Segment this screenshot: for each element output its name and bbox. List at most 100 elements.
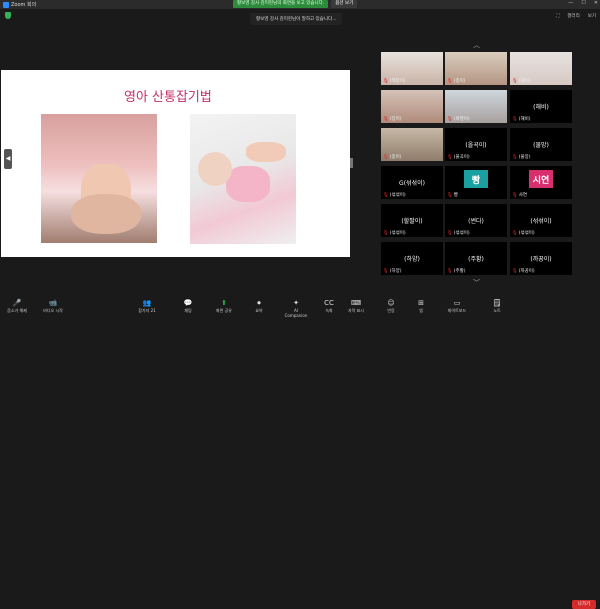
participant-tile[interactable]: 🎙(장미) <box>381 90 443 123</box>
muted-mic-icon: 🎙 <box>447 79 453 84</box>
participant-tile[interactable]: (올곡이) 🎙(붉곡이) <box>445 128 507 161</box>
participant-tile[interactable]: (썬다) 🎙(섞섞이) <box>445 204 507 237</box>
participant-name-label: 🎙(장미) <box>383 117 402 122</box>
participants-icon: 👥 <box>142 299 152 307</box>
ai-label: AI Companion <box>284 308 308 318</box>
participant-tile[interactable]: G(섞섞이) 🎙(섞섞이) <box>381 166 443 199</box>
captions2-label: 자막 표시 <box>348 308 364 313</box>
participant-avatar: 빵 <box>464 170 488 188</box>
participant-name-label: 🎙(섞섞이) <box>383 193 406 198</box>
minimize-button[interactable]: — <box>568 0 573 6</box>
photo-baby-massage <box>190 114 296 244</box>
muted-mic-icon: 🎙 <box>447 155 453 160</box>
captions2-button[interactable]: ⌨ 자막 표시 <box>343 299 369 314</box>
mute-label: 음소거 해제 <box>7 308 27 313</box>
whiteboard-label: 화이트보드 <box>447 308 467 313</box>
record-button[interactable]: ⏺ 요약 <box>246 299 272 314</box>
participant-tile[interactable]: (해비) 🎙(해비) <box>510 90 572 123</box>
mute-icon: 🎤 <box>12 299 22 307</box>
participant-name-label: 🎙(종이) <box>383 155 402 160</box>
gallery-view-button[interactable]: 갤러리 <box>567 13 579 19</box>
video-icon: 📹 <box>48 299 58 307</box>
participant-tile[interactable]: 시연 🎙사연 <box>510 166 572 199</box>
ai-icon: ✦ <box>293 299 299 307</box>
participant-name-label: 🎙(물망) <box>512 155 531 160</box>
reactions-button[interactable]: ☺ 반응 <box>378 299 404 314</box>
muted-mic-icon: 🎙 <box>383 193 389 198</box>
participant-tile[interactable]: (할팔이) 🎙(섞섞이) <box>381 204 443 237</box>
speaking-toast: 황보영 강사 김미현님이 말하고 있습니다... <box>250 13 343 25</box>
collapse-panel-arrow-icon[interactable]: ◀ <box>4 149 12 169</box>
caption-label: 녹화 <box>325 308 333 313</box>
participant-tile[interactable]: 빵 🎙빵 <box>445 166 507 199</box>
muted-mic-icon: 🎙 <box>512 155 518 160</box>
video-label: 비디오 시작 <box>43 308 63 313</box>
video-button[interactable]: 📹 비디오 시작 <box>40 299 66 314</box>
view-button[interactable]: 보기 <box>588 13 596 19</box>
shared-slide: 영아 산통잡기법 <box>1 70 350 257</box>
meeting-toolbar: 🎤 음소거 해제 📹 비디오 시작 👥 참가자 21 💬 채팅 ⬆ 화면 공유 ⏺ 요약 ✦ AI Com… <box>0 296 600 609</box>
participant-tile[interactable]: (섞섞이) 🎙(섞섞이) <box>510 204 572 237</box>
share-icon: ⬆ <box>221 299 227 307</box>
participant-tile[interactable]: (까꿍이) 🎙(까꿍이) <box>510 242 572 275</box>
participants-label: 참가자 21 <box>138 308 156 313</box>
maximize-button[interactable]: ☐ <box>581 0 585 6</box>
participant-tile[interactable]: (물망) 🎙(물망) <box>510 128 572 161</box>
apps-label: 앱 <box>419 308 423 313</box>
chat-icon: 💬 <box>183 299 193 307</box>
chat-button[interactable]: 💬 채팅 <box>175 299 201 314</box>
window-title: Zoom 회의 <box>11 2 37 8</box>
whiteboard-icon: ▭ <box>453 299 461 307</box>
muted-mic-icon: 🎙 <box>447 269 453 274</box>
participant-tile[interactable]: (하양) 🎙(하양) <box>381 242 443 275</box>
muted-mic-icon: 🎙 <box>512 79 518 84</box>
apps-icon: ⊞ <box>418 299 424 307</box>
top-right-controls: ⛶ 갤러리 보기 <box>556 13 596 19</box>
participant-name-label: 🎙(종이) <box>447 79 466 84</box>
participant-avatar: 시연 <box>529 170 553 188</box>
scroll-up-chevron-icon[interactable]: ︿ <box>473 40 480 50</box>
caption-icon: CC <box>324 299 334 307</box>
participant-name-label: 🎙(까꿍이) <box>512 269 535 274</box>
slide-title: 영아 산통잡기법 <box>124 90 212 105</box>
participant-name-label: 🎙(책봉이) <box>383 79 406 84</box>
participant-tile[interactable]: 🎙(복병이) <box>445 90 507 123</box>
captions2-icon: ⌨ <box>350 299 362 307</box>
participant-name-label: 🎙(해비) <box>512 79 531 84</box>
notes-button[interactable]: 🗒 노트 <box>484 299 510 314</box>
close-button[interactable]: ✕ <box>594 0 598 6</box>
screen-share-banner: 황보영 강사 김미현님의 화면을 보고 있습니다. 옵션 보기 <box>233 0 358 8</box>
security-shield-icon[interactable] <box>5 12 11 19</box>
share-status-message: 황보영 강사 김미현님의 화면을 보고 있습니다. <box>233 0 329 8</box>
mute-button[interactable]: 🎤 음소거 해제 <box>4 299 30 314</box>
participant-name-label: 🎙(하양) <box>383 269 402 274</box>
participants-button[interactable]: 👥 참가자 21 <box>134 299 160 314</box>
notes-label: 노트 <box>493 308 501 313</box>
participant-tile[interactable]: 🎙(책봉이) <box>381 52 443 85</box>
muted-mic-icon: 🎙 <box>383 231 389 236</box>
participant-tile[interactable]: 🎙(종이) <box>445 52 507 85</box>
participant-tile[interactable]: 🎙(해비) <box>510 52 572 85</box>
participant-name-label: 🎙(섞섞이) <box>447 231 470 236</box>
leave-button[interactable]: 나가기 <box>572 600 596 609</box>
fullscreen-icon[interactable]: ⛶ <box>556 13 559 19</box>
record-label: 요약 <box>255 308 263 313</box>
participant-name-label: 🎙(붉곡이) <box>447 155 470 160</box>
apps-button[interactable]: ⊞ 앱 <box>408 299 434 314</box>
scroll-down-chevron-icon[interactable]: ﹀ <box>473 278 480 288</box>
caption-button[interactable]: CC 녹화 <box>316 299 342 314</box>
muted-mic-icon: 🎙 <box>383 269 389 274</box>
muted-mic-icon: 🎙 <box>383 155 389 160</box>
participant-tile[interactable]: (주황) 🎙(주황) <box>445 242 507 275</box>
share-button[interactable]: ⬆ 화면 공유 <box>211 299 237 314</box>
split-divider-handle[interactable] <box>350 158 353 168</box>
participant-tile[interactable]: 🎙(종이) <box>381 128 443 161</box>
participant-name-label: 🎙(복병이) <box>447 117 470 122</box>
muted-mic-icon: 🎙 <box>512 231 518 236</box>
muted-mic-icon: 🎙 <box>447 231 453 236</box>
ai-button[interactable]: ✦ AI Companion <box>283 299 309 318</box>
view-options-button[interactable]: 옵션 보기 <box>331 0 358 8</box>
muted-mic-icon: 🎙 <box>512 117 518 122</box>
share-label: 화면 공유 <box>216 308 232 313</box>
whiteboard-button[interactable]: ▭ 화이트보드 <box>444 299 470 314</box>
